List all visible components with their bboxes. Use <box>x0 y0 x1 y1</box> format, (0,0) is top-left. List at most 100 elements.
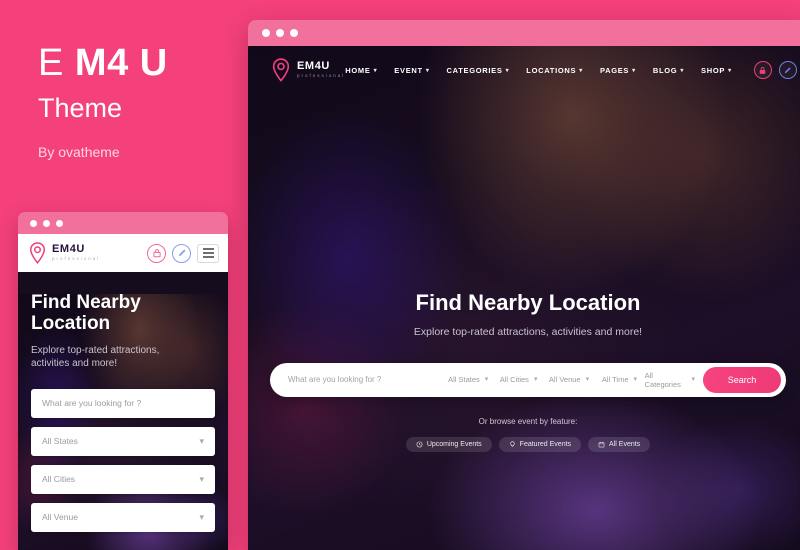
browse-by-feature-label: Or browse event by feature: <box>478 416 578 426</box>
chevron-down-icon: ▾ <box>585 376 590 384</box>
lock-icon <box>152 249 161 258</box>
nav-item-pages-label: PAGES <box>599 65 630 75</box>
promo-subtitle: Theme <box>38 93 123 123</box>
close-dot[interactable] <box>262 29 270 37</box>
hero-subheading: Explore top-rated attractions, activitie… <box>31 344 215 371</box>
mobile-viewport: EM4U professional Find Nearby Location E… <box>18 234 228 550</box>
filter-states-select[interactable]: All States ▾ <box>443 375 493 384</box>
mobile-navbar: EM4U professional <box>18 234 228 272</box>
pill-featured-events[interactable]: Featured Events <box>498 436 582 452</box>
mobile-titlebar <box>18 212 228 234</box>
nav-item-blog[interactable]: BLOG ▾ <box>653 66 684 75</box>
logo-tagline: professional <box>52 256 101 262</box>
filter-categories-select[interactable]: All Categories ▾ <box>645 371 695 389</box>
nav-item-event[interactable]: EVENT ▾ <box>394 66 429 75</box>
location-pin-icon <box>272 58 290 82</box>
hamburger-line <box>202 252 214 254</box>
search-keyword-input[interactable]: What are you looking for ? <box>31 388 215 418</box>
submit-event-pen-button[interactable] <box>778 61 797 79</box>
desktop-window-dots <box>262 29 298 37</box>
desktop-navbar: EM4U professional HOME ▾ EVENT ▾ CATEGOR… <box>248 46 800 94</box>
chevron-down-icon: ▾ <box>199 435 204 446</box>
filter-categories-label: All Categories <box>644 370 681 389</box>
pen-icon <box>785 66 791 73</box>
calendar-icon <box>598 441 605 448</box>
hero-heading-line1: Find Nearby <box>31 292 141 313</box>
hamburger-line <box>202 248 214 250</box>
maximize-dot[interactable] <box>56 219 63 227</box>
logo-name: EM4U <box>297 60 330 73</box>
filter-cities-select[interactable]: All Cities ▾ <box>493 375 543 384</box>
filter-states-label: All States <box>42 436 78 447</box>
hero-subheading: Explore top-rated attractions, activitie… <box>413 325 643 338</box>
desktop-titlebar <box>248 20 800 46</box>
logo-tagline: professional <box>297 73 346 79</box>
search-keyword-placeholder: What are you looking for ? <box>42 398 142 409</box>
desktop-page-content: EM4U professional HOME ▾ EVENT ▾ CATEGOR… <box>248 46 800 452</box>
site-logo[interactable]: EM4U professional <box>272 58 345 82</box>
filter-cities-label: All Cities <box>42 474 76 485</box>
nav-item-shop-label: SHOP <box>701 65 726 75</box>
minimize-dot[interactable] <box>276 29 284 37</box>
nav-item-blog-label: BLOG <box>652 65 678 75</box>
nav-item-pages[interactable]: PAGES ▾ <box>600 66 636 75</box>
location-pin-icon <box>30 242 45 264</box>
chevron-down-icon: ▾ <box>199 473 204 484</box>
pill-upcoming-events-label: Upcoming Events <box>426 440 482 448</box>
pill-featured-events-label: Featured Events <box>519 440 572 448</box>
nav-item-locations[interactable]: LOCATIONS ▾ <box>526 66 583 75</box>
promo-byline: By ovatheme <box>38 144 120 160</box>
nav-item-locations-label: LOCATIONS <box>526 65 577 75</box>
pill-all-events[interactable]: All Events <box>588 436 651 452</box>
chevron-down-icon: ▾ <box>505 67 510 74</box>
site-logo[interactable]: EM4U professional <box>29 242 100 264</box>
nav-item-categories[interactable]: CATEGORIES ▾ <box>447 66 510 75</box>
filter-states-label: All States <box>448 375 480 385</box>
filter-venue-label: All Venue <box>42 512 78 523</box>
chevron-down-icon: ▾ <box>633 376 638 384</box>
desktop-nav-actions <box>753 61 797 79</box>
desktop-hero: Find Nearby Location Explore top-rated a… <box>248 94 800 339</box>
filter-states-select[interactable]: All States ▾ <box>31 426 215 456</box>
filter-cities-select[interactable]: All Cities ▾ <box>31 464 215 494</box>
hero-subheading-line1: Explore top-rated attractions, <box>31 344 160 356</box>
hero-heading: Find Nearby Location <box>415 290 641 315</box>
chevron-down-icon: ▾ <box>728 67 732 74</box>
filter-time-select[interactable]: All Time ▾ <box>594 375 644 384</box>
nav-item-shop[interactable]: SHOP ▾ <box>701 66 732 75</box>
desktop-viewport: EM4U professional HOME ▾ EVENT ▾ CATEGOR… <box>248 46 800 550</box>
desktop-browser-window: EM4U professional HOME ▾ EVENT ▾ CATEGOR… <box>248 20 800 550</box>
submit-event-pen-button[interactable] <box>172 243 191 263</box>
maximize-dot[interactable] <box>290 29 298 37</box>
close-dot[interactable] <box>30 219 37 227</box>
desktop-main-menu: HOME ▾ EVENT ▾ CATEGORIES ▾ LOCATIONS ▾ … <box>345 66 732 75</box>
event-search-bar: What are you looking for ? All States ▾ … <box>270 362 786 397</box>
mobile-nav-actions <box>147 243 219 263</box>
chevron-down-icon: ▾ <box>579 67 583 74</box>
search-keyword-input[interactable]: What are you looking for ? <box>288 375 443 384</box>
hamburger-menu-button[interactable] <box>197 243 219 263</box>
login-lock-button[interactable] <box>147 243 166 263</box>
chevron-down-icon: ▾ <box>425 67 430 74</box>
pen-icon <box>178 249 185 257</box>
pill-all-events-label: All Events <box>609 440 641 448</box>
nav-item-home[interactable]: HOME ▾ <box>345 66 377 75</box>
pill-upcoming-events[interactable]: Upcoming Events <box>405 436 492 452</box>
filter-venue-select[interactable]: All Venue ▾ <box>544 375 594 384</box>
hero-heading: Find Nearby Location <box>31 292 215 335</box>
filter-venue-label: All Venue <box>548 375 581 385</box>
filter-venue-select[interactable]: All Venue ▾ <box>31 502 215 532</box>
screenshot-root: E M4 U Theme By ovatheme EM4U profession… <box>0 0 800 550</box>
lightbulb-icon <box>510 441 515 447</box>
search-button[interactable]: Search <box>703 366 782 393</box>
mobile-search-fields: What are you looking for ? All States ▾ … <box>18 388 228 532</box>
chevron-down-icon: ▾ <box>533 376 538 384</box>
hero-heading-line2: Location <box>31 313 111 335</box>
chevron-down-icon: ▾ <box>484 376 489 384</box>
clock-icon <box>416 441 423 448</box>
hamburger-line <box>202 256 214 258</box>
login-lock-button[interactable] <box>753 61 772 79</box>
minimize-dot[interactable] <box>43 219 50 227</box>
promo-title: E M4 U <box>38 44 248 82</box>
nav-item-home-label: HOME <box>345 65 371 75</box>
